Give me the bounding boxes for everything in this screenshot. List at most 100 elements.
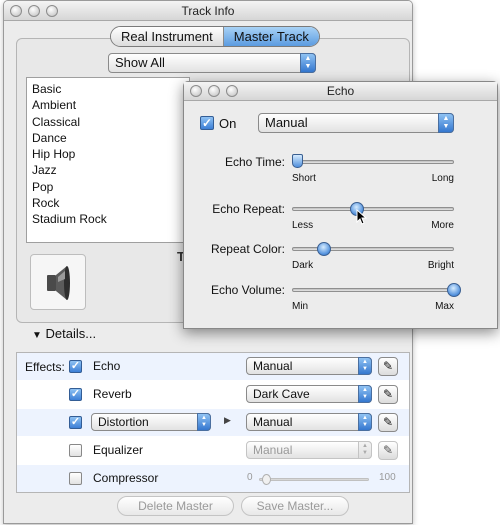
echo-window: Echo ✓ On Manual ▲ ▼ Echo Time: Short Lon… bbox=[183, 81, 498, 329]
effect-name: Echo bbox=[93, 359, 121, 373]
reverb-edit-button[interactable]: ✎ bbox=[378, 385, 398, 404]
popup-arrows-icon: ▲ ▼ bbox=[358, 413, 372, 431]
delete-master-button[interactable]: Delete Master bbox=[117, 496, 234, 516]
compressor-min-label: 0 bbox=[247, 472, 253, 483]
equalizer-checkbox[interactable] bbox=[69, 444, 82, 457]
reverb-preset-value: Dark Cave bbox=[253, 387, 310, 401]
tab-master-track[interactable]: Master Track bbox=[223, 27, 319, 46]
list-item[interactable]: Basic bbox=[27, 81, 189, 97]
window-title: Track Info bbox=[181, 4, 235, 18]
effects-label: Effects: bbox=[25, 360, 65, 374]
slider-max-label: Bright bbox=[427, 260, 454, 271]
compressor-checkbox[interactable] bbox=[69, 472, 82, 485]
details-label: Details... bbox=[45, 326, 97, 341]
effects-table: Effects: ✓ Echo Manual ▲ ▼ ✎ ✓ Reverb Dar… bbox=[16, 352, 410, 493]
echo-preset-value: Manual bbox=[265, 115, 308, 130]
list-item[interactable]: Pop bbox=[27, 179, 189, 195]
title-bar: Track Info bbox=[4, 1, 412, 21]
window-controls bbox=[10, 5, 58, 17]
zoom-icon[interactable] bbox=[226, 85, 238, 97]
slider-track bbox=[292, 207, 454, 211]
list-item[interactable]: Stadium Rock bbox=[27, 211, 189, 227]
effect-name: Compressor bbox=[93, 471, 159, 485]
echo-window-title: Echo bbox=[326, 84, 355, 98]
slider-knob[interactable] bbox=[447, 283, 461, 297]
popup-arrows-icon: ▲ ▼ bbox=[358, 357, 372, 375]
effect-row-equalizer: Equalizer Manual ▲ ▼ ✎ bbox=[17, 437, 409, 464]
echo-edit-button[interactable]: ✎ bbox=[378, 357, 398, 376]
repeat-color-label: Repeat Color: bbox=[210, 242, 285, 256]
pencil-icon: ✎ bbox=[382, 359, 394, 373]
distortion-type-value: Distortion bbox=[98, 415, 149, 429]
mouse-pointer-icon bbox=[356, 209, 368, 225]
disclosure-triangle-icon[interactable]: ▼ bbox=[32, 330, 42, 341]
popup-arrows-icon: ▲ ▼ bbox=[358, 385, 372, 403]
genre-list[interactable]: Basic Ambient Classical Dance Hip Hop Ja… bbox=[26, 77, 190, 243]
list-item[interactable]: Dance bbox=[27, 130, 189, 146]
show-all-value: Show All bbox=[115, 55, 165, 70]
tab-real-instrument[interactable]: Real Instrument bbox=[111, 27, 224, 46]
slider-max-label: Max bbox=[435, 301, 454, 312]
effect-name: Reverb bbox=[93, 387, 132, 401]
slider-max-label: More bbox=[431, 220, 454, 231]
slider-min-label: Dark bbox=[292, 260, 314, 271]
zoom-icon[interactable] bbox=[46, 5, 58, 17]
slider-min-label: Short bbox=[292, 173, 316, 184]
effect-row-reverb: ✓ Reverb Dark Cave ▲ ▼ ✎ bbox=[17, 381, 409, 408]
slider-max-label: Long bbox=[431, 173, 454, 184]
slider-knob[interactable] bbox=[317, 242, 332, 256]
slider-min-label: Less bbox=[292, 220, 314, 231]
window-controls bbox=[190, 85, 238, 97]
echo-checkbox[interactable]: ✓ bbox=[69, 360, 82, 373]
close-icon[interactable] bbox=[10, 5, 22, 17]
reverb-preset-popup[interactable]: Dark Cave ▲ ▼ bbox=[246, 385, 372, 403]
equalizer-preset-popup[interactable]: Manual ▲ ▼ bbox=[246, 441, 372, 459]
save-master-button[interactable]: Save Master... bbox=[241, 496, 349, 516]
list-item[interactable]: Jazz bbox=[27, 162, 189, 178]
distortion-checkbox[interactable]: ✓ bbox=[69, 416, 82, 429]
minimize-icon[interactable] bbox=[28, 5, 40, 17]
slider-min-label: Min bbox=[292, 301, 309, 312]
details-disclosure[interactable]: ▼ Details... bbox=[32, 326, 96, 341]
echo-on-checkbox[interactable]: ✓ bbox=[200, 116, 214, 130]
pencil-icon: ✎ bbox=[382, 387, 394, 401]
echo-title-bar: Echo bbox=[184, 82, 497, 101]
effect-row-echo: Effects: ✓ Echo Manual ▲ ▼ ✎ bbox=[17, 353, 409, 380]
slider-track bbox=[292, 288, 454, 292]
popup-arrows-icon: ▲ ▼ bbox=[358, 441, 372, 459]
list-item[interactable]: Rock bbox=[27, 195, 189, 211]
list-item[interactable]: Ambient bbox=[27, 97, 189, 113]
echo-on-label: On bbox=[219, 116, 237, 131]
echo-time-label: Echo Time: bbox=[224, 155, 285, 169]
compressor-slider-knob[interactable] bbox=[262, 474, 271, 485]
reverb-checkbox[interactable]: ✓ bbox=[69, 388, 82, 401]
minimize-icon[interactable] bbox=[208, 85, 220, 97]
distortion-type-popup[interactable]: Distortion ▲ ▼ bbox=[91, 413, 211, 431]
list-item[interactable]: Hip Hop bbox=[27, 146, 189, 162]
equalizer-preset-value: Manual bbox=[253, 443, 293, 457]
close-icon[interactable] bbox=[190, 85, 202, 97]
equalizer-edit-button[interactable]: ✎ bbox=[378, 441, 398, 460]
show-all-popup[interactable]: Show All ▲ ▼ bbox=[108, 53, 316, 73]
compressor-slider[interactable] bbox=[259, 474, 369, 485]
distortion-preset-popup[interactable]: Manual ▲ ▼ bbox=[246, 413, 372, 431]
distortion-edit-button[interactable]: ✎ bbox=[378, 413, 398, 432]
play-arrow-icon: ▶ bbox=[224, 415, 231, 425]
popup-arrows-icon: ▲ ▼ bbox=[438, 113, 454, 133]
track-icon-well[interactable] bbox=[30, 254, 86, 310]
popup-arrows-icon: ▲ ▼ bbox=[300, 53, 316, 73]
slider-knob[interactable] bbox=[291, 154, 303, 168]
pencil-icon: ✎ bbox=[382, 443, 394, 457]
echo-preset-popup[interactable]: Manual ▲ ▼ bbox=[258, 113, 454, 133]
echo-preset-value: Manual bbox=[253, 359, 293, 373]
compressor-max-label: 100 bbox=[379, 472, 396, 483]
list-item[interactable]: Classical bbox=[27, 114, 189, 130]
popup-arrows-icon: ▲ ▼ bbox=[197, 413, 211, 431]
slider-track bbox=[292, 160, 454, 164]
track-type-tabs: Real Instrument Master Track bbox=[110, 26, 320, 47]
effect-row-compressor: Compressor 0 100 bbox=[17, 465, 409, 492]
effect-name: Equalizer bbox=[93, 443, 144, 457]
speaker-icon bbox=[47, 266, 70, 300]
echo-preset-popup[interactable]: Manual ▲ ▼ bbox=[246, 357, 372, 375]
pencil-icon: ✎ bbox=[382, 415, 394, 429]
